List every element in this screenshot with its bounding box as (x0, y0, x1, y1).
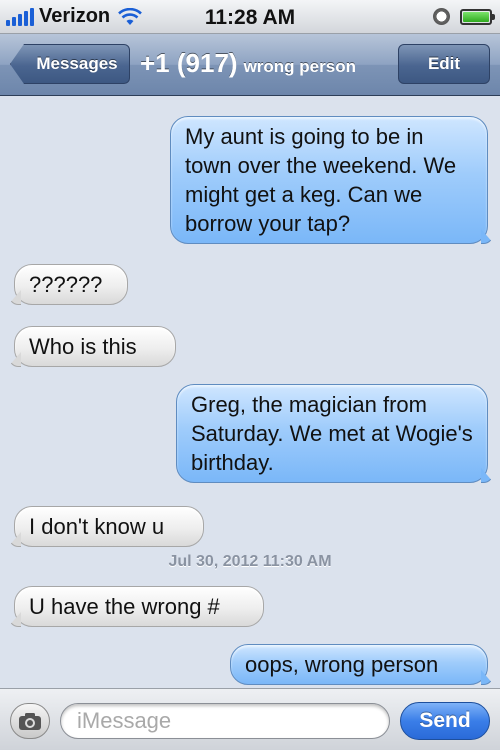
message-bubble-outgoing[interactable]: Greg, the magician from Saturday. We met… (176, 384, 488, 483)
status-bar: Verizon 11:28 AM (0, 0, 500, 34)
camera-button[interactable] (10, 703, 50, 739)
conversation-title: +1 (917) wrong person (140, 48, 394, 79)
message-input[interactable] (60, 703, 390, 739)
message-text: My aunt is going to be in town over the … (185, 124, 457, 236)
alarm-icon (433, 8, 450, 25)
camera-icon (19, 713, 41, 730)
message-text: U have the wrong # (29, 594, 220, 619)
contact-number: +1 (917) (140, 48, 238, 78)
contact-name: wrong person (243, 57, 356, 76)
message-composer: Send (0, 688, 500, 750)
message-text: oops, wrong person (245, 652, 439, 677)
message-text: ?????? (29, 272, 103, 297)
message-bubble-outgoing[interactable]: My aunt is going to be in town over the … (170, 116, 488, 244)
message-bubble-incoming[interactable]: ?????? (14, 264, 128, 305)
edit-button[interactable]: Edit (398, 44, 490, 84)
message-text: Who is this (29, 334, 137, 359)
message-bubble-incoming[interactable]: U have the wrong # (14, 586, 264, 627)
clock: 11:28 AM (204, 6, 296, 29)
back-button-label: Messages (36, 54, 118, 73)
messages-back-button[interactable]: Messages (10, 44, 130, 84)
battery-icon (460, 9, 495, 25)
message-text: Greg, the magician from Saturday. We met… (191, 392, 473, 475)
edit-button-label: Edit (427, 54, 461, 73)
message-bubble-incoming[interactable]: I don't know u (14, 506, 204, 547)
message-bubble-outgoing[interactable]: oops, wrong person (230, 644, 488, 685)
message-bubble-incoming[interactable]: Who is this (14, 326, 176, 367)
message-timestamp: Jul 30, 2012 11:30 AM (168, 553, 332, 570)
message-thread[interactable]: My aunt is going to be in town over the … (0, 96, 500, 688)
navigation-bar: Messages +1 (917) wrong person Edit (0, 34, 500, 96)
send-button[interactable]: Send (400, 702, 490, 740)
message-text: I don't know u (29, 514, 165, 539)
